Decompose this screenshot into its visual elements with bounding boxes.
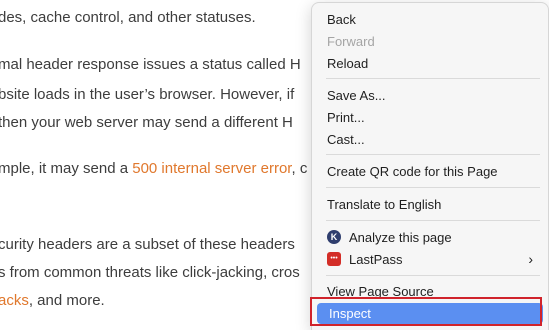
menu-item-cast[interactable]: Cast... — [315, 129, 541, 150]
menu-item-analyze-page[interactable]: Analyze this page — [315, 227, 541, 248]
article-line: des, cache control, and other statuses. — [0, 9, 256, 26]
menu-item-forward: Forward — [327, 34, 375, 49]
internal-server-error-link[interactable]: 500 internal server error — [132, 160, 291, 177]
chevron-right-icon: › — [528, 251, 533, 267]
article-line: s from common threats like click-jacking… — [0, 264, 300, 281]
menu-item-translate[interactable]: Translate to English — [315, 194, 541, 215]
article-line: then your web server may send a differen… — [0, 114, 293, 131]
menu-separator — [326, 220, 540, 221]
article-line: bsite loads in the user’s browser. Howev… — [0, 86, 295, 103]
article-text: , and more. — [28, 292, 105, 309]
menu-item-save-as[interactable]: Save As... — [315, 85, 541, 106]
article-text: mple, it may send a — [0, 160, 133, 177]
menu-item-reload[interactable]: Reload — [315, 53, 541, 74]
lastpass-icon — [327, 252, 341, 266]
menu-separator — [326, 275, 540, 276]
menu-item-print[interactable]: Print... — [315, 107, 541, 128]
menu-separator — [326, 78, 540, 79]
context-menu: Back Forward Reload Save As... Print... … — [311, 2, 549, 330]
menu-item-view-page-source[interactable]: View Page Source — [315, 281, 541, 302]
article-line: curity headers are a subset of these hea… — [0, 236, 295, 253]
article-line: mal header response issues a status call… — [0, 56, 301, 73]
menu-item-create-qr-code[interactable]: Create QR code for this Page — [315, 161, 541, 182]
attacks-link[interactable]: acks — [0, 292, 29, 309]
menu-separator — [326, 154, 540, 155]
menu-item-back[interactable]: Back — [315, 9, 541, 30]
menu-item-label: LastPass — [349, 252, 403, 267]
article-line: acks, and more. — [0, 292, 105, 309]
menu-item-inspect[interactable]: Inspect — [317, 303, 543, 324]
article-text: , c — [291, 160, 308, 177]
menu-item-label: Analyze this page — [349, 230, 452, 245]
menu-separator — [326, 187, 540, 188]
analyze-extension-icon — [327, 230, 341, 244]
article-line: mple, it may send a 500 internal server … — [0, 160, 307, 177]
menu-item-lastpass[interactable]: LastPass › — [315, 249, 541, 270]
